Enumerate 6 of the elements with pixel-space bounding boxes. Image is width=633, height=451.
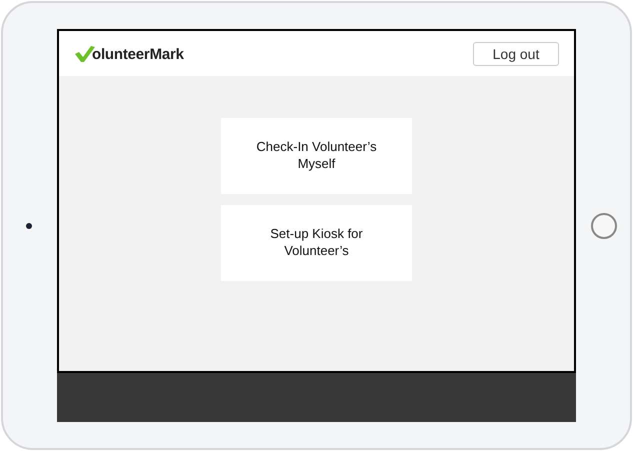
action-button[interactable]: Set-up Kiosk for Volunteer’s bbox=[221, 205, 412, 281]
logout-button[interactable]: Log out bbox=[473, 42, 559, 66]
camera-icon bbox=[26, 222, 32, 228]
action-button[interactable]: Check-In Volunteer’s Myself bbox=[221, 118, 412, 194]
logo-text: olunteerMark bbox=[92, 46, 184, 62]
home-button[interactable] bbox=[591, 212, 617, 238]
